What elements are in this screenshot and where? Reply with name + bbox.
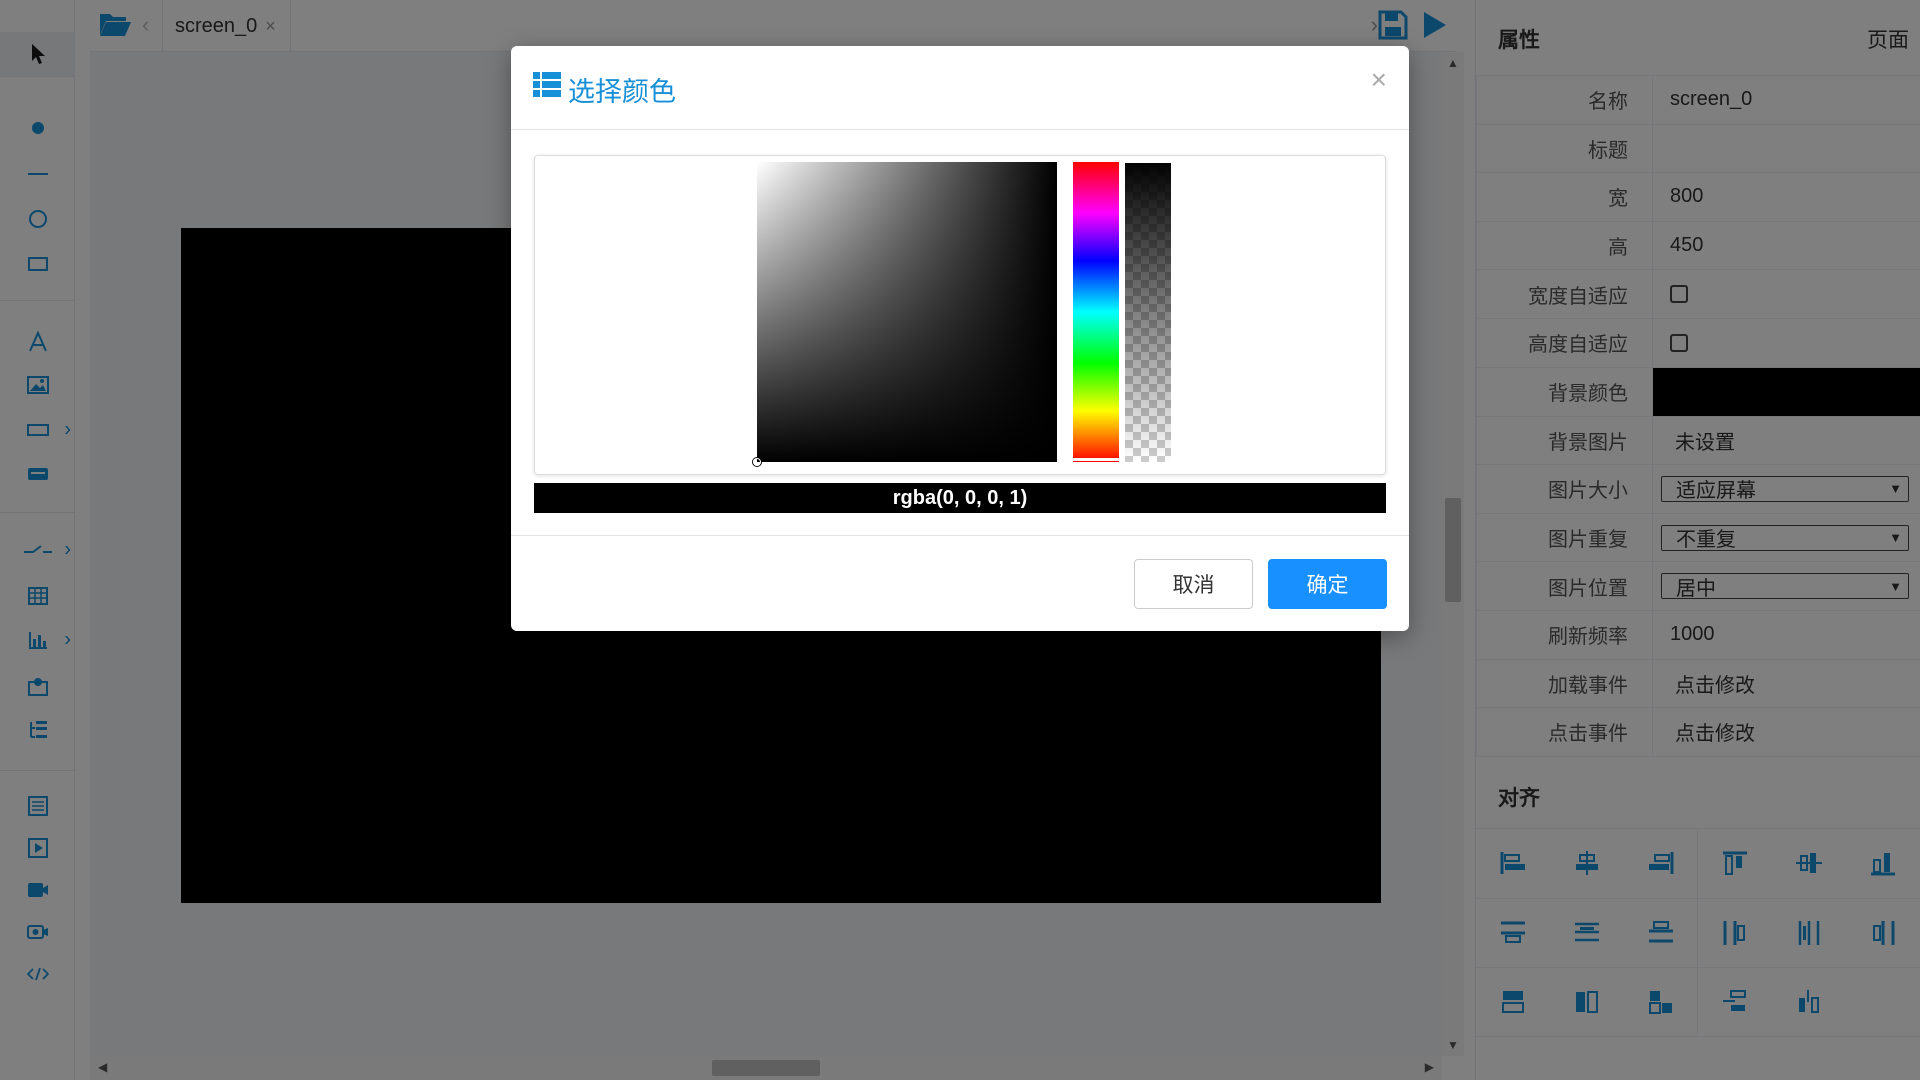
close-icon[interactable]: × — [1371, 66, 1387, 94]
dialog-title: 选择颜色 — [568, 77, 676, 107]
alpha-slider-handle[interactable] — [1125, 160, 1171, 163]
alpha-slider[interactable] — [1125, 160, 1171, 462]
saturation-value-square[interactable] — [757, 162, 1057, 462]
color-cursor[interactable] — [753, 458, 761, 466]
cancel-button[interactable]: 取消 — [1134, 559, 1253, 609]
color-picker-dialog: 选择颜色 × rgba(0, 0, 0, 1) 取消 确定 — [511, 46, 1409, 631]
hue-slider-handle[interactable] — [1073, 458, 1119, 461]
color-picker — [534, 155, 1386, 475]
confirm-button[interactable]: 确定 — [1268, 559, 1387, 609]
color-value-display: rgba(0, 0, 0, 1) — [534, 483, 1386, 513]
list-icon — [533, 72, 561, 103]
dialog-header: 选择颜色 × — [511, 46, 1409, 130]
hue-slider[interactable] — [1073, 162, 1119, 462]
